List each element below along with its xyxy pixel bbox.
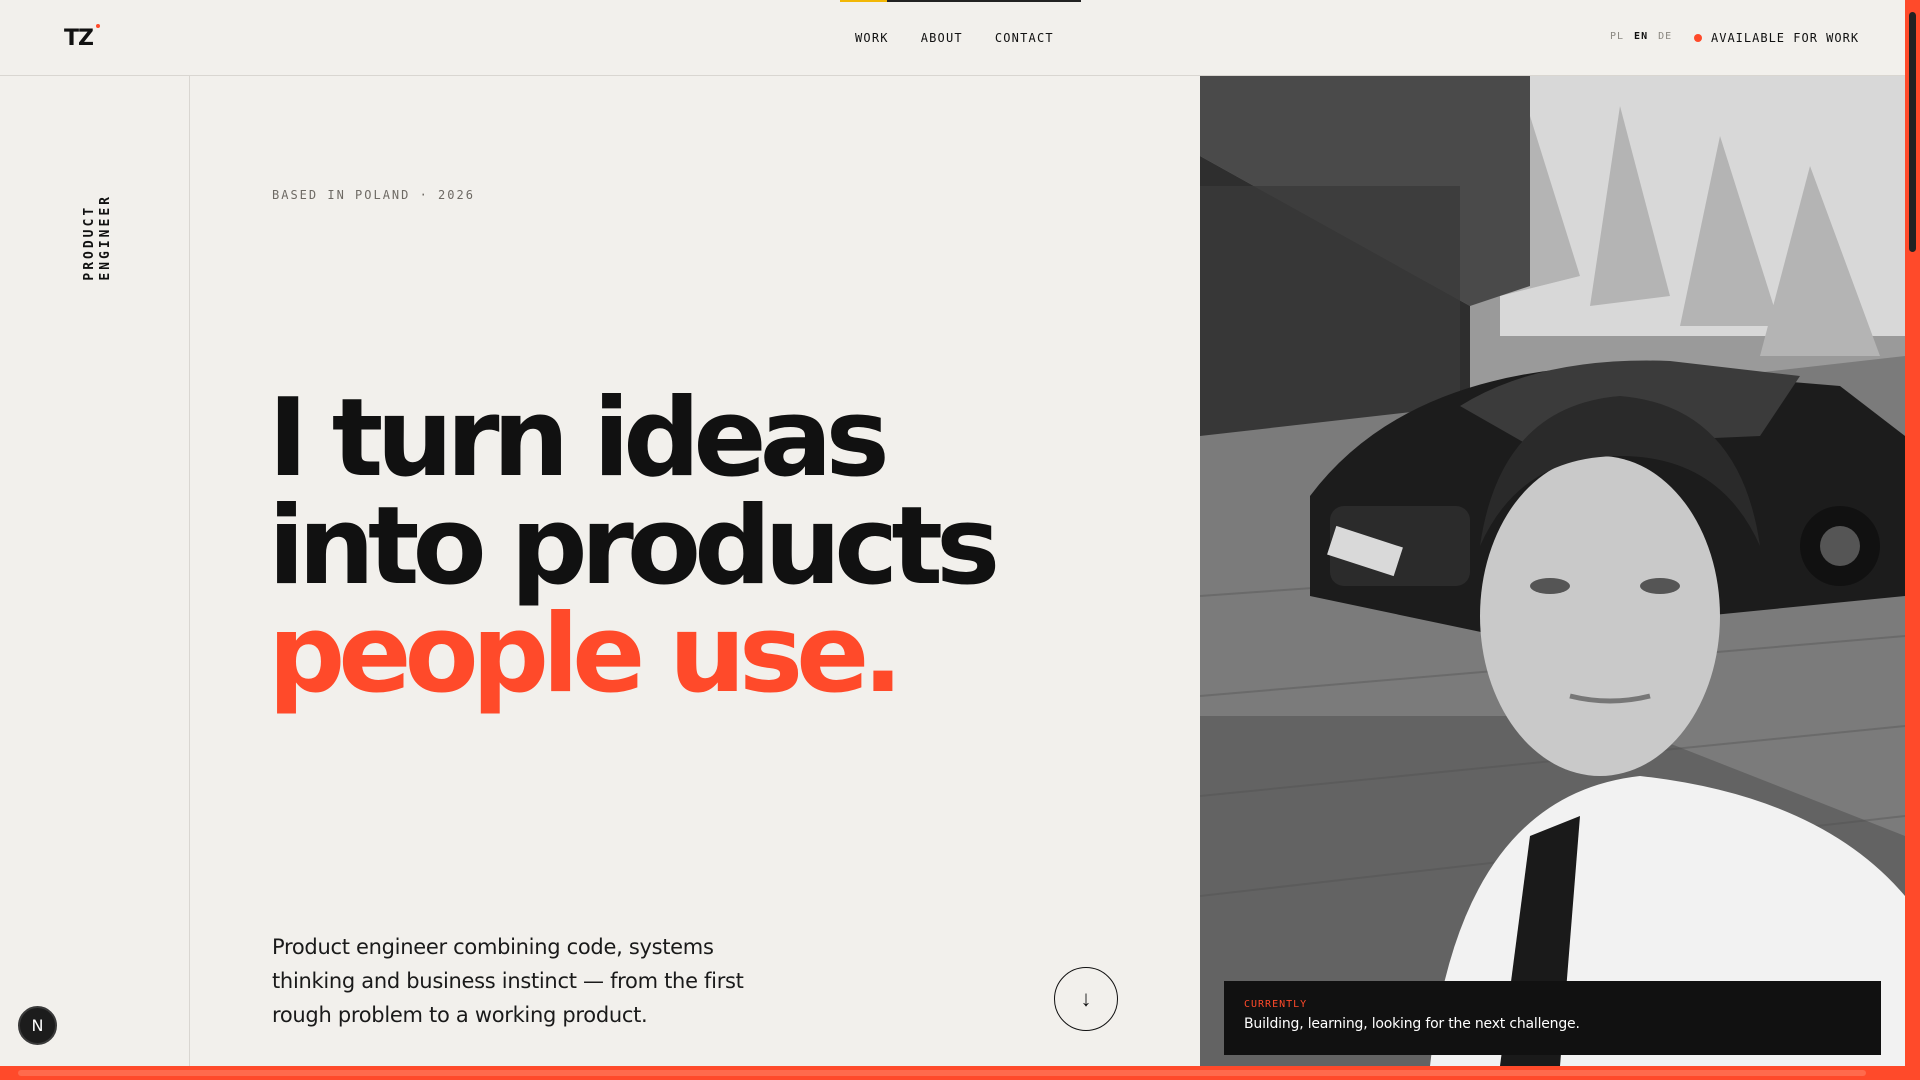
site-header: TZ WORK ABOUT CONTACT PL EN DE AVAILABLE… [0,0,1905,76]
vertical-scrollbar-thumb[interactable] [1909,12,1916,252]
nav-progress-bar [840,0,1081,2]
caption-text: Building, learning, looking for the next… [1244,1016,1580,1032]
horizontal-scrollbar[interactable] [0,1066,1920,1080]
hero-eyebrow: BASED IN POLAND · 2026 [272,188,475,202]
vertical-scrollbar[interactable] [1905,0,1920,1066]
photo-caption: CURRENTLY Building, learning, looking fo… [1224,981,1881,1055]
lang-de[interactable]: DE [1658,31,1672,42]
hero-headline: I turn ideas into products people use. [268,385,1188,709]
availability-status: AVAILABLE FOR WORK [1694,31,1859,45]
lang-en[interactable]: EN [1634,31,1648,42]
hero-intro: Product engineer combining code, systems… [272,935,744,1027]
language-switcher: PL EN DE [1610,31,1672,42]
main-nav: WORK ABOUT CONTACT [855,31,1054,45]
availability-label: AVAILABLE FOR WORK [1711,31,1860,45]
nav-about-link[interactable]: ABOUT [921,31,963,45]
nav-work-link[interactable]: WORK [855,31,889,45]
role-label: PRODUCT ENGINEER [82,194,113,281]
logo-text: TZ [64,26,94,51]
badge-letter: N [31,1016,44,1035]
caption-label: CURRENTLY [1244,999,1308,1010]
left-rail: PRODUCT ENGINEER [0,76,190,1066]
arrow-down-icon: ↓ [1080,986,1092,1011]
horizontal-scrollbar-thumb[interactable] [18,1070,1866,1076]
portrait-photo [1200,76,1905,1066]
scroll-down-button[interactable]: ↓ [1054,967,1118,1031]
photo-illustration [1200,76,1905,1066]
nav-contact-link[interactable]: CONTACT [995,31,1054,45]
next-dev-badge[interactable]: N [18,1006,57,1045]
headline-line-2: into products [268,484,1000,609]
logo-dot [95,24,100,28]
lang-pl[interactable]: PL [1610,31,1624,42]
headline-accent: people use. [268,592,903,717]
headline-line-1: I turn ideas [268,376,890,501]
logo[interactable]: TZ [64,24,100,51]
nav-progress-fill [840,0,887,2]
status-dot-icon [1694,34,1702,42]
